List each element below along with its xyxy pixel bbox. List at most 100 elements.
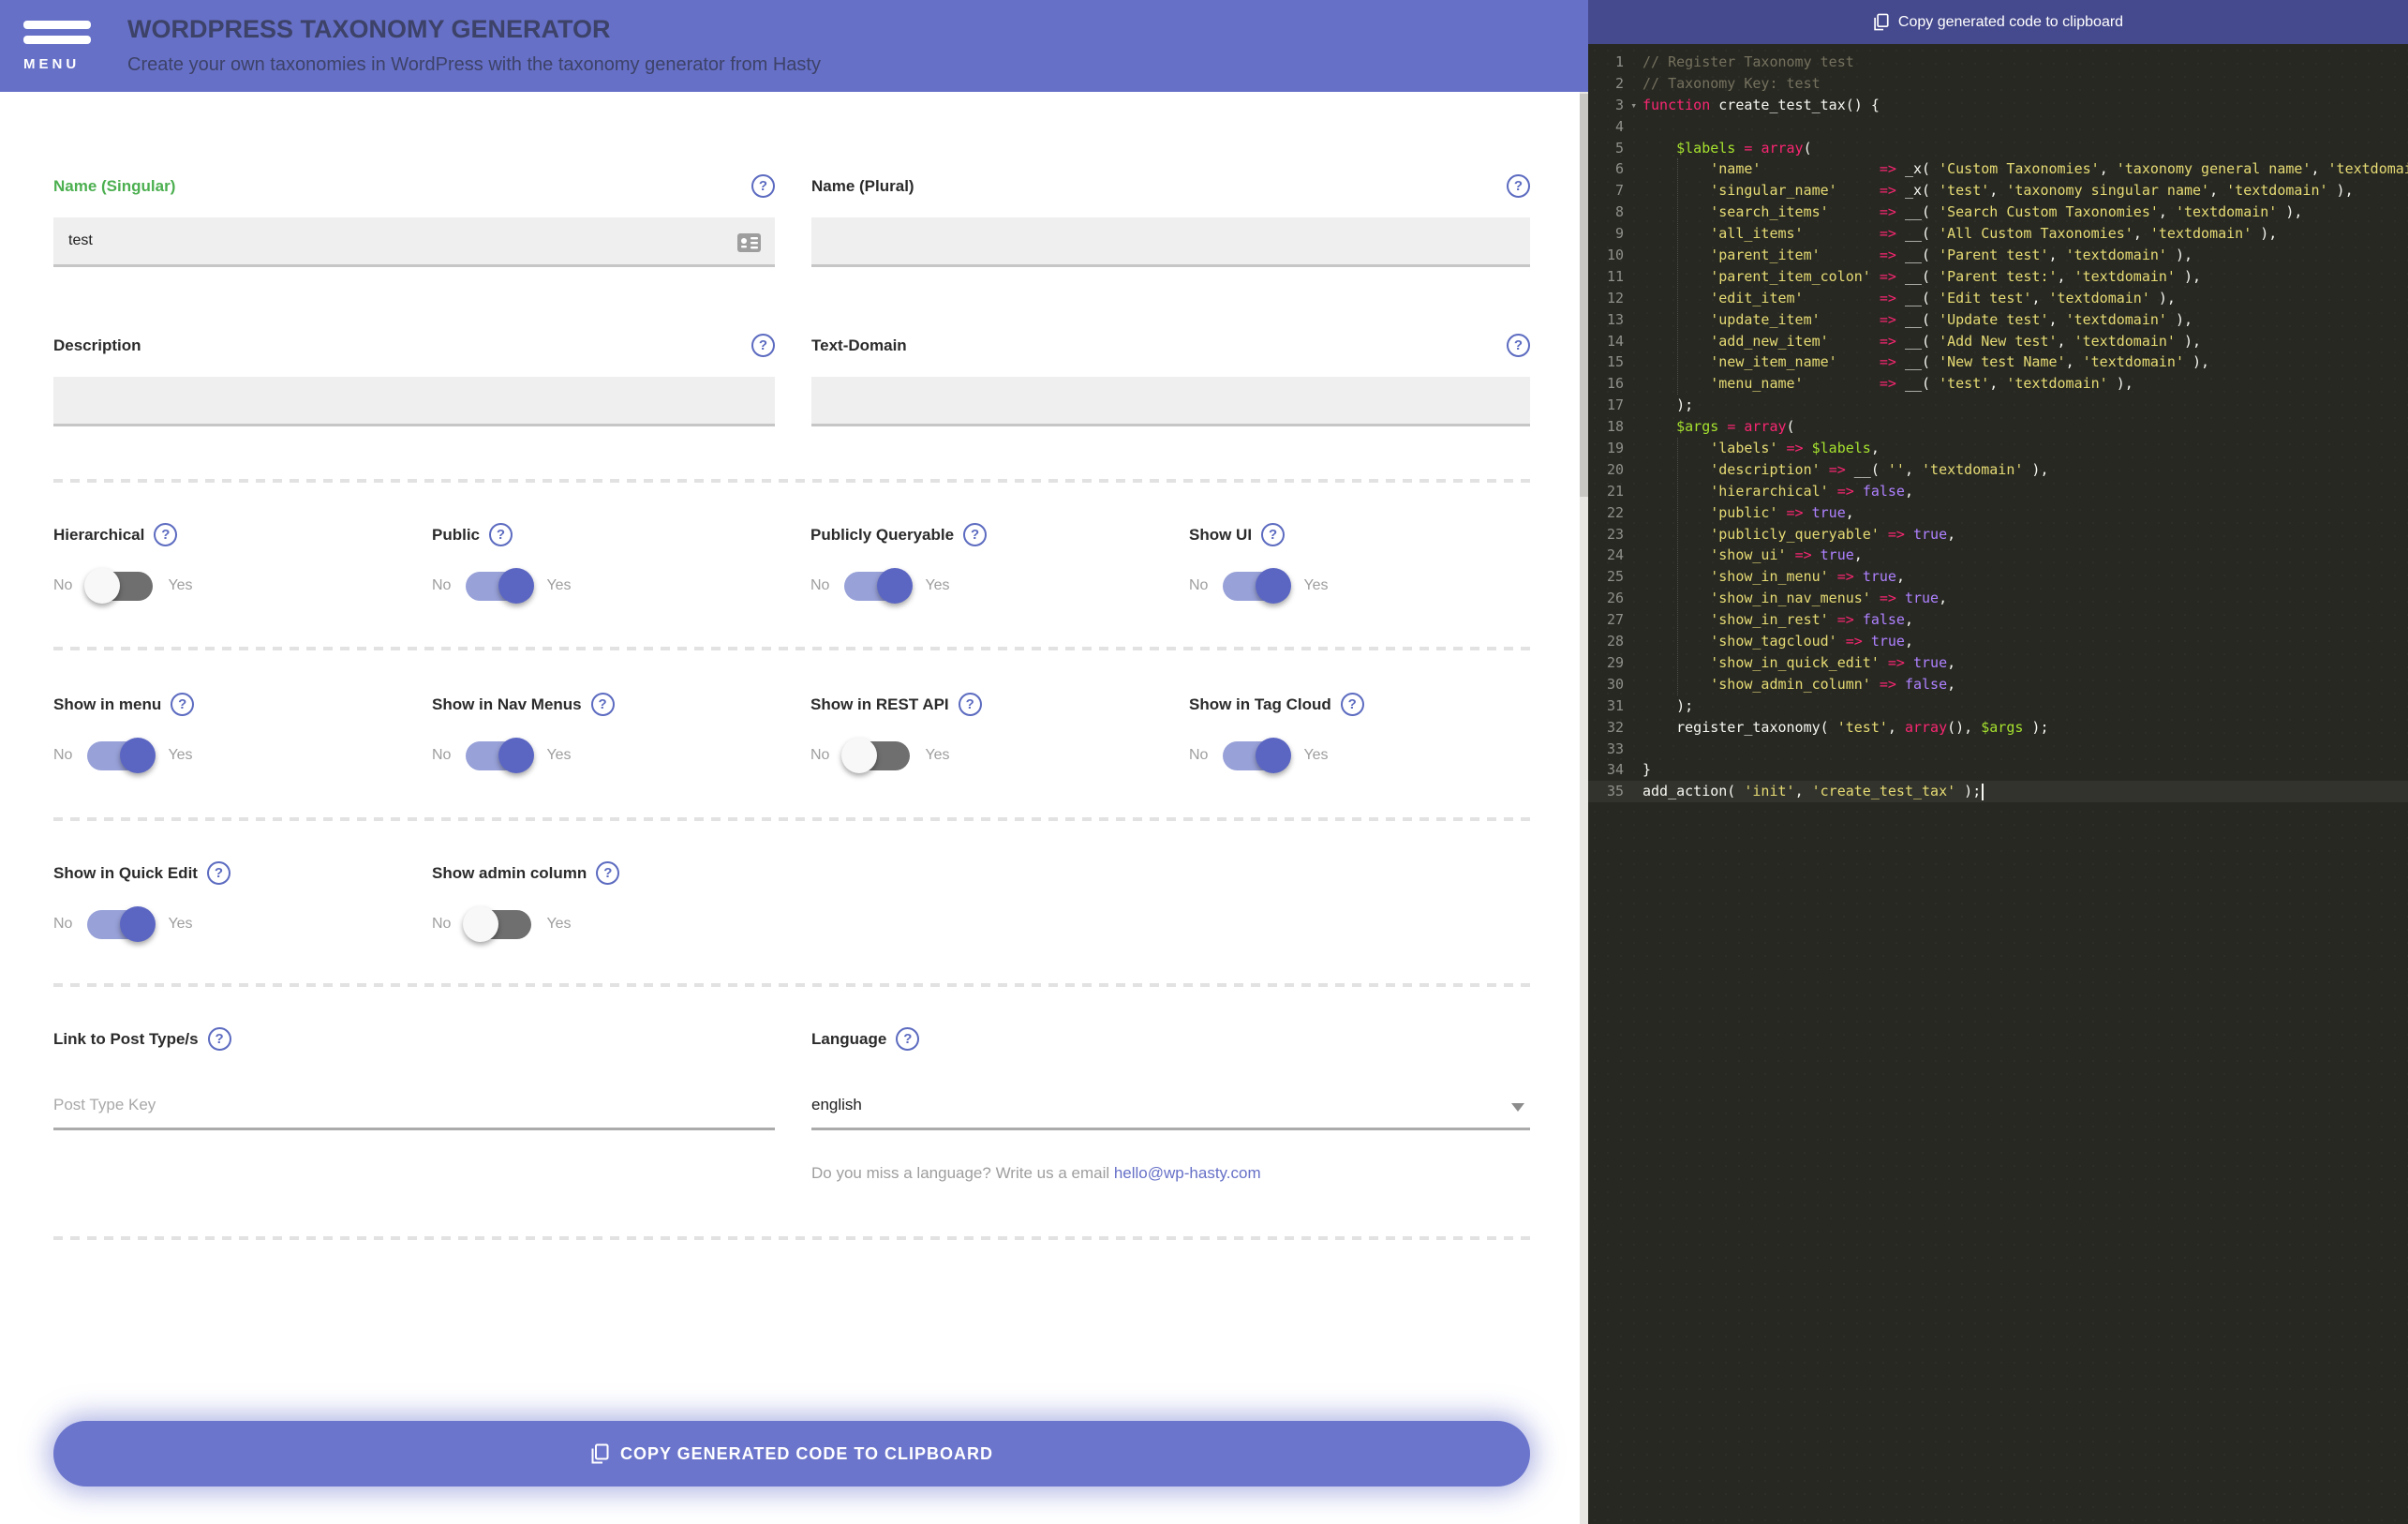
divider <box>53 647 1530 650</box>
toggle-switch-show-in-nav-menus[interactable] <box>466 737 535 773</box>
line-number: 17 <box>1606 396 1624 414</box>
code-line: 35 add_action( 'init', 'create_test_tax' … <box>1588 781 2408 803</box>
line-number: 6 <box>1614 160 1624 178</box>
line-number: 8 <box>1614 203 1624 221</box>
help-icon[interactable]: ? <box>1340 693 1364 716</box>
toggle-field-hierarchical: Hierarchical ? No Yes <box>53 523 432 605</box>
help-icon[interactable]: ? <box>1261 523 1286 546</box>
toggle-label: Show in Quick Edit <box>53 863 198 882</box>
indent-guide <box>1677 158 1678 395</box>
line-number: 19 <box>1606 440 1624 457</box>
text-domain-input[interactable] <box>811 377 1530 426</box>
code-panel: Copy generated code to clipboard 1// Reg… <box>1588 0 2408 1524</box>
language-value: english <box>811 1096 862 1113</box>
line-number: 14 <box>1606 332 1624 350</box>
toggle-switch-show-in-rest-api[interactable] <box>841 737 911 773</box>
toggle-knob <box>120 905 156 942</box>
copy-code-button-label: COPY GENERATED CODE TO CLIPBOARD <box>619 1443 994 1463</box>
line-number: 11 <box>1606 267 1624 285</box>
toggle-field-show-admin-column: Show admin column ? No Yes <box>432 861 810 943</box>
line-number: 29 <box>1606 653 1624 671</box>
toggle-no-label: No <box>810 577 830 593</box>
line-number: 13 <box>1606 310 1624 328</box>
toggle-switch-show-in-menu[interactable] <box>87 737 156 773</box>
toggle-switch-show-in-tag-cloud[interactable] <box>1223 737 1292 773</box>
description-fields-row: Description ? Text-Domain ? <box>53 334 1530 426</box>
code-line: 8 'search_items' => __( 'Search Custom T… <box>1588 202 2408 223</box>
name-plural-label: Name (Plural) <box>811 176 914 195</box>
toggle-field-show-in-nav-menus: Show in Nav Menus ? No Yes <box>432 693 810 774</box>
help-icon[interactable]: ? <box>958 693 982 716</box>
toggle-yes-label: Yes <box>546 747 572 763</box>
line-number: 9 <box>1614 225 1624 243</box>
help-icon[interactable]: ? <box>1507 334 1530 357</box>
code-line: 30 'show_admin_column' => false, <box>1588 674 2408 695</box>
help-icon[interactable]: ? <box>1507 174 1530 198</box>
code-lines: 1// Register Taxonomy test 2// Taxonomy … <box>1588 52 2408 803</box>
autofill-icon[interactable] <box>736 232 762 253</box>
menu-button[interactable]: MENU <box>12 15 106 81</box>
code-line: 19 'labels' => $labels, <box>1588 438 2408 459</box>
toggle-row-1: Hierarchical ? No Yes Public ? No Yes Pu… <box>53 523 1568 605</box>
help-icon[interactable]: ? <box>489 523 513 546</box>
toggle-label: Show in Nav Menus <box>432 695 582 713</box>
toggle-no-label: No <box>1189 747 1209 763</box>
page: MENU WORDPRESS TAXONOMY GENERATOR Create… <box>0 0 2408 1524</box>
toggle-switch-show-admin-column[interactable] <box>463 905 532 942</box>
toggle-field-public: Public ? No Yes <box>432 523 810 605</box>
chevron-down-icon <box>1511 1103 1524 1112</box>
code-line: 9 'all_items' => __( 'All Custom Taxonom… <box>1588 223 2408 245</box>
description-input[interactable] <box>53 377 775 426</box>
toggle-yes-label: Yes <box>168 916 193 932</box>
help-icon[interactable]: ? <box>207 1027 231 1051</box>
line-number: 3 ▾ <box>1588 95 1637 116</box>
help-icon[interactable]: ? <box>751 174 775 198</box>
toggle-switch-public[interactable] <box>466 567 535 604</box>
help-icon[interactable]: ? <box>590 693 615 716</box>
code-line: 7 'singular_name' => _x( 'test', 'taxono… <box>1588 180 2408 202</box>
line-number: 22 <box>1606 503 1624 521</box>
line-number: 5 <box>1614 139 1624 157</box>
scrollbar-thumb[interactable] <box>1580 94 1588 497</box>
line-number: 34 <box>1606 761 1624 779</box>
help-icon[interactable]: ? <box>206 861 230 885</box>
code-line: 13 'update_item' => __( 'Update test', '… <box>1588 309 2408 331</box>
page-subtitle: Create your own taxonomies in WordPress … <box>127 54 821 75</box>
toggle-knob <box>84 567 121 604</box>
copy-code-header-button[interactable]: Copy generated code to clipboard <box>1588 0 2408 44</box>
name-singular-input[interactable] <box>53 217 775 267</box>
copy-code-button[interactable]: COPY GENERATED CODE TO CLIPBOARD <box>53 1421 1530 1487</box>
toggle-switch-hierarchical[interactable] <box>84 567 154 604</box>
line-number: 33 <box>1606 740 1624 757</box>
name-fields-row: Name (Singular) ? N <box>53 174 1530 267</box>
app-header: MENU WORDPRESS TAXONOMY GENERATOR Create… <box>0 0 1588 92</box>
help-icon[interactable]: ? <box>171 693 195 716</box>
code-editor[interactable]: 1// Register Taxonomy test 2// Taxonomy … <box>1588 44 2408 1524</box>
help-icon[interactable]: ? <box>751 334 775 357</box>
toggle-no-label: No <box>1189 577 1209 593</box>
code-line: 28 'show_tagcloud' => true, <box>1588 631 2408 652</box>
toggle-switch-show-in-quick-edit[interactable] <box>87 905 156 942</box>
code-line: 3 ▾ function create_test_tax() { <box>1588 95 2408 116</box>
fold-arrow-icon: ▾ <box>1630 98 1637 112</box>
toggle-knob <box>1256 567 1292 604</box>
toggle-no-label: No <box>432 747 452 763</box>
language-select[interactable]: english <box>811 1096 1530 1130</box>
toggle-field-show-in-menu: Show in menu ? No Yes <box>53 693 432 774</box>
help-icon[interactable]: ? <box>596 861 620 885</box>
help-icon[interactable]: ? <box>896 1027 920 1051</box>
divider <box>53 983 1530 987</box>
post-type-key-input[interactable] <box>53 1096 775 1130</box>
help-icon[interactable]: ? <box>963 523 988 546</box>
toggle-field-show-ui: Show UI ? No Yes <box>1189 523 1568 605</box>
help-icon[interactable]: ? <box>154 523 178 546</box>
email-link[interactable]: hello@wp-hasty.com <box>1114 1164 1261 1182</box>
toggle-switch-publicly-queryable[interactable] <box>844 567 914 604</box>
toggle-switch-show-ui[interactable] <box>1223 567 1292 604</box>
toggle-knob <box>1256 737 1292 773</box>
toggle-row-3: Show in Quick Edit ? No Yes Show admin c… <box>53 861 1568 943</box>
divider <box>53 479 1530 483</box>
line-number: 32 <box>1606 718 1624 736</box>
toggle-no-label: No <box>53 916 73 932</box>
name-plural-input[interactable] <box>811 217 1530 267</box>
